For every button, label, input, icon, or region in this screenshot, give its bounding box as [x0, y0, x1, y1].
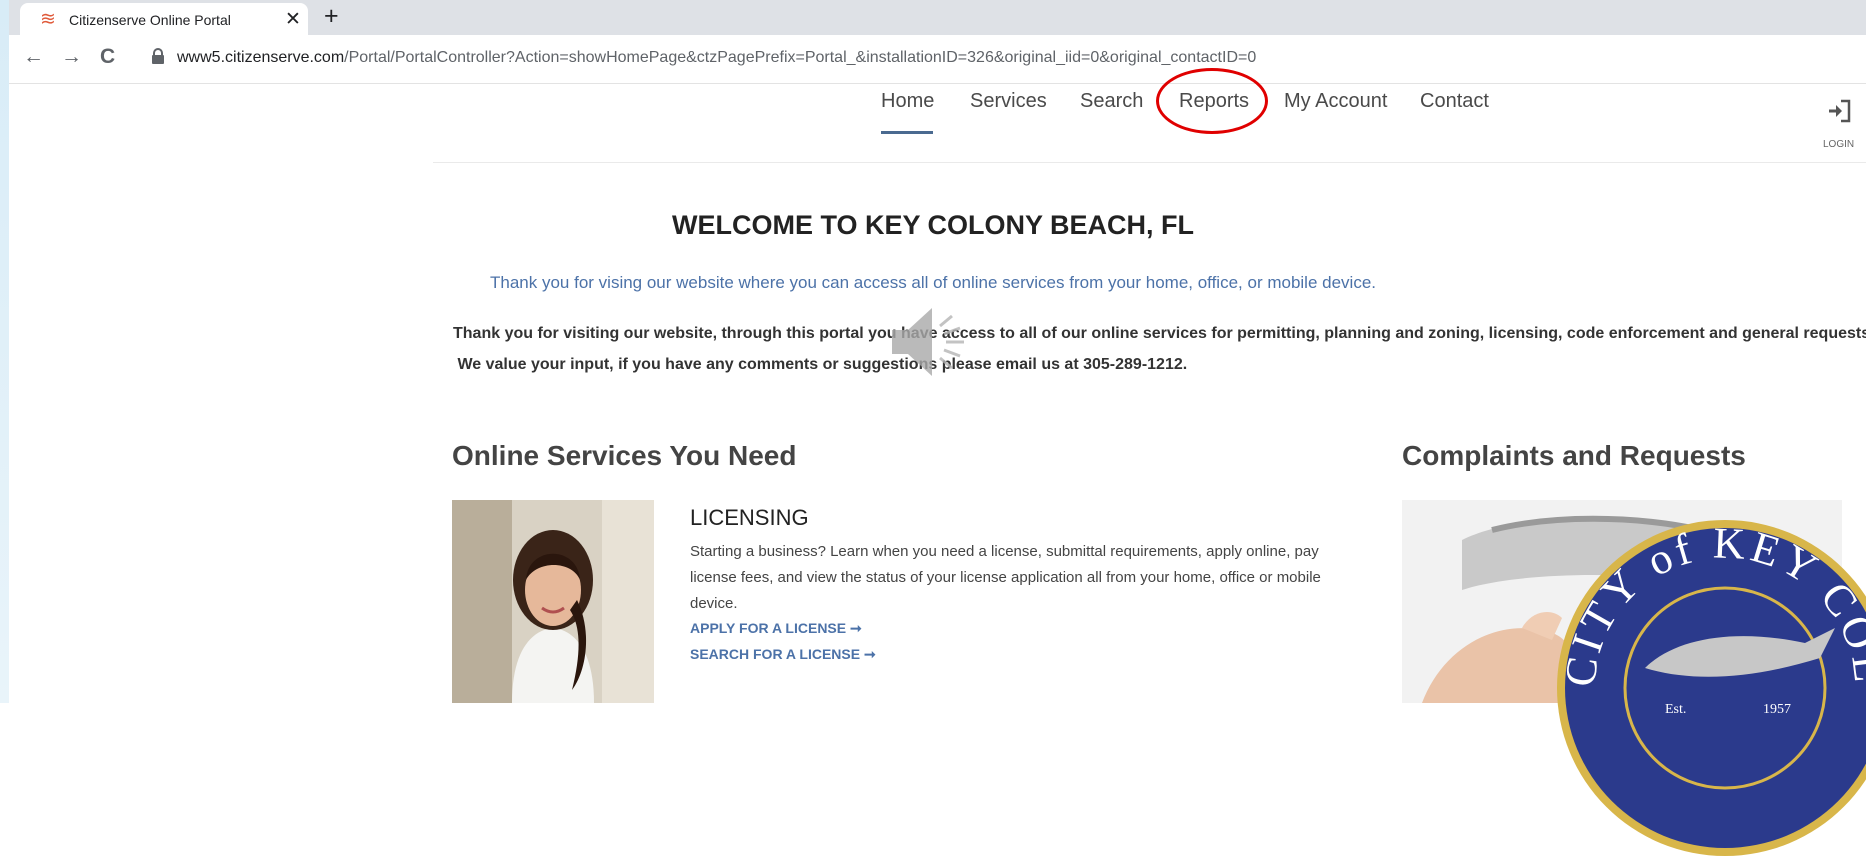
login-icon[interactable]	[1826, 98, 1852, 124]
speaker-audio-icon[interactable]	[884, 298, 980, 386]
licensing-woman-photo	[452, 500, 654, 703]
reports-highlight-annotation	[1156, 68, 1268, 134]
nav-item-home[interactable]: Home	[881, 90, 934, 113]
browser-tab[interactable]: ≋ Citizenserve Online Portal ✕	[20, 3, 308, 35]
tab-close-icon[interactable]: ✕	[285, 8, 301, 31]
tab-title: Citizenserve Online Portal	[69, 12, 231, 28]
url-field[interactable]: www5.citizenserve.com/Portal/PortalContr…	[177, 49, 1256, 67]
citizenserve-favicon-icon: ≋	[40, 9, 56, 30]
page-title: WELCOME TO KEY COLONY BEACH, FL	[671, 210, 1195, 240]
url-host: www5.citizenserve.com	[177, 49, 345, 66]
apply-for-license-link[interactable]: APPLY FOR A LICENSE ➞	[690, 620, 862, 637]
welcome-subtitle: Thank you for vising our website where y…	[490, 273, 1376, 292]
nav-item-search[interactable]: Search	[1080, 90, 1143, 113]
intro-text-line-1: Thank you for visiting our website, thro…	[453, 325, 1866, 342]
browser-address-bar: ← → C www5.citizenserve.com/Portal/Porta…	[9, 35, 1866, 84]
lock-icon	[152, 48, 164, 64]
slide-left-edge	[0, 0, 9, 703]
seal-est-label: Est.	[1665, 702, 1686, 717]
login-label[interactable]: LOGIN	[1823, 139, 1854, 150]
intro-text-line-2: We value your input, if you have any com…	[453, 356, 1188, 373]
nav-item-services[interactable]: Services	[970, 90, 1047, 113]
active-nav-indicator	[881, 131, 933, 134]
url-path: /Portal/PortalController?Action=showHome…	[344, 49, 1257, 66]
search-for-license-link[interactable]: SEARCH FOR A LICENSE ➞	[690, 646, 876, 663]
complaints-heading: Complaints and Requests	[1402, 440, 1746, 471]
city-seal-logo: CITY of KEY COLONY BEACH Est. 1957	[1555, 518, 1866, 856]
licensing-title: LICENSING	[690, 505, 809, 530]
browser-tab-strip: ≋ Citizenserve Online Portal ✕ +	[9, 0, 1866, 35]
nav-divider	[433, 162, 1866, 163]
nav-item-my-account[interactable]: My Account	[1284, 90, 1387, 113]
licensing-description: Starting a business? Learn when you need…	[690, 543, 1321, 612]
reload-icon[interactable]: C	[100, 45, 115, 69]
forward-arrow-icon[interactable]: →	[61, 45, 82, 69]
seal-year: 1957	[1763, 702, 1791, 717]
nav-item-contact[interactable]: Contact	[1420, 90, 1489, 113]
new-tab-button[interactable]: +	[324, 2, 339, 31]
back-arrow-icon[interactable]: ←	[23, 45, 44, 69]
online-services-heading: Online Services You Need	[452, 440, 797, 471]
